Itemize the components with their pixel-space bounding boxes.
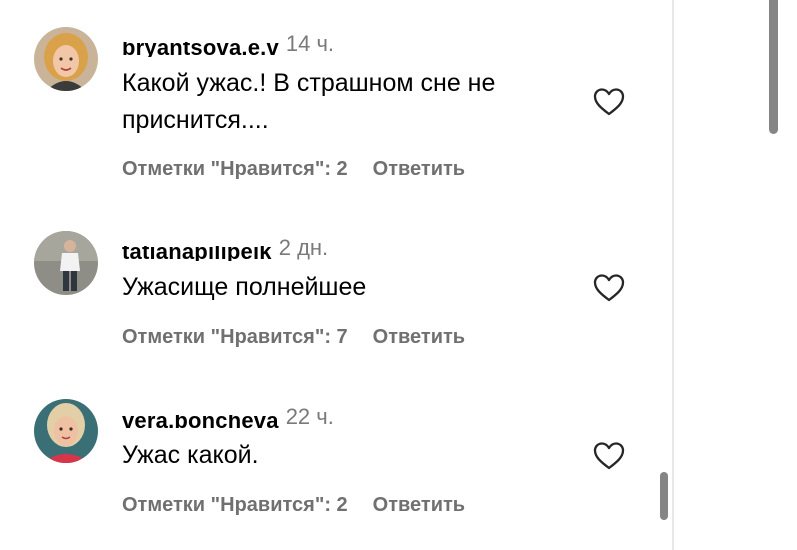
username[interactable]: bryantsova.e.v	[122, 42, 279, 57]
timestamp: 2 дн.	[278, 235, 329, 260]
comment-header: tatianapilipeik 2 дн.	[122, 233, 328, 263]
likes-count-link[interactable]: Отметки "Нравится": 2	[122, 158, 348, 181]
avatar[interactable]	[34, 231, 98, 295]
heart-icon[interactable]	[593, 87, 625, 117]
comment-actions: Отметки "Нравится": 7 Ответить	[122, 326, 465, 349]
avatar[interactable]	[34, 27, 98, 91]
comments-scrollbar-thumb[interactable]	[660, 472, 668, 520]
avatar[interactable]	[34, 399, 98, 463]
likes-count-link[interactable]: Отметки "Нравится": 7	[122, 326, 348, 349]
username[interactable]: vera.boncheva	[122, 415, 279, 430]
comment-text: Какой ужас.! В страшном сне не приснится…	[122, 69, 496, 134]
comment-header: bryantsova.e.v 14 ч.	[122, 29, 334, 59]
comment-header: vera.boncheva 22 ч.	[122, 402, 334, 432]
page-scrollbar-thumb[interactable]	[769, 0, 778, 134]
reply-button[interactable]: Ответить	[373, 494, 465, 517]
comment-text: Ужас какой.	[122, 441, 259, 469]
heart-icon[interactable]	[593, 273, 625, 303]
timestamp: 22 ч.	[285, 404, 334, 429]
likes-count-link[interactable]: Отметки "Нравится": 2	[122, 494, 348, 517]
heart-icon[interactable]	[593, 441, 625, 471]
timestamp: 14 ч.	[285, 31, 335, 56]
panel-divider	[672, 0, 674, 550]
reply-button[interactable]: Ответить	[373, 158, 465, 181]
comment-text: Ужасище полнейшее	[122, 273, 367, 301]
reply-button[interactable]: Ответить	[373, 326, 465, 349]
comment-actions: Отметки "Нравится": 2 Ответить	[122, 158, 465, 181]
username[interactable]: tatianapilipeik	[122, 246, 272, 261]
comment-actions: Отметки "Нравится": 2 Ответить	[122, 494, 465, 517]
comments-panel: bryantsova.e.v 14 ч. Какой ужас.! В стра…	[0, 0, 797, 550]
